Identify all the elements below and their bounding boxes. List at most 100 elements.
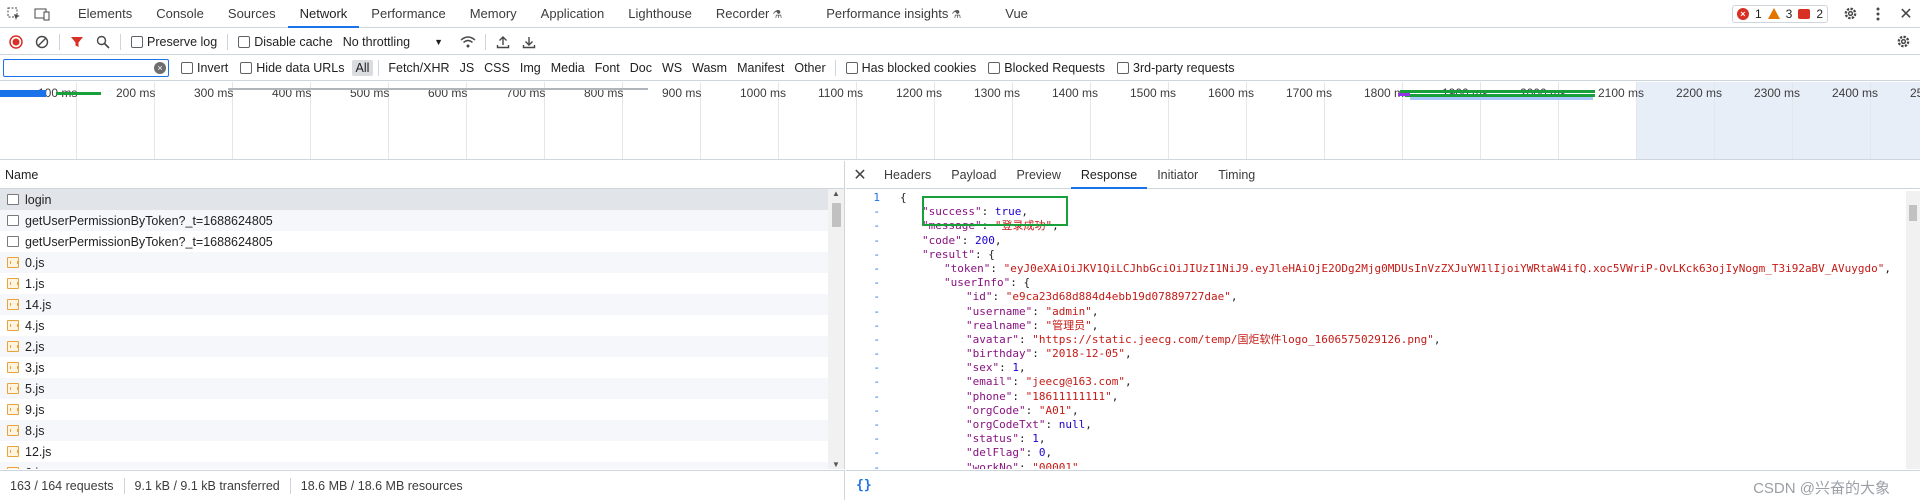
tab-elements[interactable]: Elements	[66, 0, 144, 28]
request-row[interactable]: getUserPermissionByToken?_t=1688624805	[0, 210, 828, 231]
request-row[interactable]: login	[0, 189, 828, 210]
checkbox-box[interactable]	[238, 35, 251, 48]
detail-tab-initiator[interactable]: Initiator	[1147, 161, 1208, 189]
type-filter-doc[interactable]: Doc	[626, 60, 656, 76]
request-row[interactable]: 5.js	[0, 378, 828, 399]
type-filter-css[interactable]: CSS	[480, 60, 514, 76]
code-line: - "avatar": "https://static.jeecg.com/tem…	[846, 333, 1906, 347]
tab-console[interactable]: Console	[144, 0, 216, 28]
request-row[interactable]: 3.js	[0, 357, 828, 378]
detail-tab-timing[interactable]: Timing	[1208, 161, 1265, 189]
clear-filter-icon[interactable]: ×	[154, 62, 166, 74]
network-overview-timeline[interactable]: 100 ms200 ms300 ms400 ms500 ms600 ms700 …	[0, 82, 1920, 160]
export-har-icon[interactable]	[516, 29, 542, 55]
network-conditions-wifi-icon[interactable]	[455, 29, 481, 55]
response-json-viewer[interactable]: 1{- "success": true, - "message": "登录成功", - "…	[846, 191, 1906, 469]
request-row[interactable]: 12.js	[0, 441, 828, 462]
detail-tab-preview[interactable]: Preview	[1006, 161, 1070, 189]
network-settings-gear-icon[interactable]	[1890, 29, 1916, 55]
close-devtools-icon[interactable]: ✕	[1892, 0, 1920, 28]
code-token: "https://static.jeecg.com/temp/国炬软件logo_…	[1032, 332, 1434, 346]
close-detail-icon[interactable]: ✕	[846, 165, 874, 185]
code-token: "token"	[944, 261, 991, 275]
disable-cache-checkbox[interactable]: Disable cache	[238, 35, 333, 49]
hide-data-urls-checkbox[interactable]: Hide data URLs	[240, 61, 345, 75]
search-icon[interactable]	[90, 29, 116, 55]
request-row[interactable]: 8.js	[0, 420, 828, 441]
record-icon[interactable]	[3, 29, 29, 55]
detail-tab-payload[interactable]: Payload	[941, 161, 1006, 189]
more-options-icon[interactable]	[1864, 0, 1892, 28]
type-filter-font[interactable]: Font	[591, 60, 624, 76]
request-row[interactable]: 9.js	[0, 399, 828, 420]
type-filter-ws[interactable]: WS	[658, 60, 686, 76]
preserve-log-checkbox[interactable]: Preserve log	[131, 35, 217, 49]
checkbox-box[interactable]	[845, 62, 858, 74]
tab-memory[interactable]: Memory	[458, 0, 529, 28]
throttling-select[interactable]: No throttling ▼	[343, 35, 443, 49]
tab-application[interactable]: Application	[529, 0, 617, 28]
scroll-down-arrow-icon[interactable]: ▼	[832, 460, 840, 469]
import-har-icon[interactable]	[490, 29, 516, 55]
issue-counters[interactable]: × 1 3 2	[1731, 4, 1828, 23]
tab-sources[interactable]: Sources	[216, 0, 288, 28]
pretty-print-button[interactable]: {}	[856, 478, 872, 493]
document-file-icon	[7, 236, 19, 247]
request-row[interactable]: 6.js	[0, 462, 828, 469]
filter-funnel-icon[interactable]	[64, 29, 90, 55]
checkbox-box[interactable]	[131, 35, 143, 48]
fold-gutter	[886, 219, 900, 233]
third-party-requests-checkbox[interactable]: 3rd-party requests	[1117, 61, 1234, 75]
request-row[interactable]: getUserPermissionByToken?_t=1688624805	[0, 231, 828, 252]
type-filter-media[interactable]: Media	[547, 60, 589, 76]
requests-scrollbar[interactable]: ▲ ▼	[828, 189, 844, 469]
scroll-up-arrow-icon[interactable]: ▲	[832, 189, 840, 198]
type-filter-all[interactable]: All	[351, 60, 374, 76]
scrollbar-thumb[interactable]	[832, 203, 841, 227]
requests-list: login getUserPermissionByToken?_t=1688624…	[0, 189, 828, 469]
tab-performance-insights[interactable]: Performance insights ⚗	[814, 0, 973, 28]
code-line: - "orgCode": "A01",	[846, 404, 1906, 418]
tab-recorder[interactable]: Recorder ⚗	[704, 0, 794, 28]
device-toolbar-icon[interactable]	[28, 0, 56, 28]
toolbar-divider	[485, 33, 487, 50]
type-filter-img[interactable]: Img	[516, 60, 545, 76]
code-token: ,	[1078, 460, 1086, 469]
settings-gear-icon[interactable]	[1836, 0, 1864, 28]
tab-lighthouse[interactable]: Lighthouse	[616, 0, 704, 28]
request-row[interactable]: 0.js	[0, 252, 828, 273]
tab-vue[interactable]: Vue	[993, 0, 1040, 28]
blocked-requests-checkbox[interactable]: Blocked Requests	[988, 61, 1105, 75]
inspect-element-icon[interactable]	[0, 0, 28, 28]
type-filter-js[interactable]: JS	[456, 60, 479, 76]
script-file-icon	[7, 278, 19, 289]
invert-checkbox[interactable]: Invert	[181, 61, 228, 75]
checkbox-box[interactable]	[181, 62, 193, 74]
request-row[interactable]: 14.js	[0, 294, 828, 315]
request-name: login	[25, 192, 52, 207]
checkbox-box[interactable]	[1117, 62, 1130, 74]
response-scrollbar[interactable]	[1906, 191, 1920, 469]
type-filter-fetch-xhr[interactable]: Fetch/XHR	[384, 60, 453, 76]
checkbox-box[interactable]	[988, 62, 1001, 74]
line-number: -	[873, 347, 880, 361]
clear-icon[interactable]	[29, 29, 55, 55]
type-filter-manifest[interactable]: Manifest	[733, 60, 788, 76]
script-file-icon	[7, 257, 19, 268]
request-row[interactable]: 1.js	[0, 273, 828, 294]
tab-performance[interactable]: Performance	[359, 0, 457, 28]
checkbox-box[interactable]	[240, 62, 253, 74]
code-line: - "username": "admin",	[846, 305, 1906, 319]
type-filter-other[interactable]: Other	[790, 60, 829, 76]
filter-input[interactable]: ×	[3, 59, 169, 77]
request-row[interactable]: 4.js	[0, 315, 828, 336]
name-column-header[interactable]: Name	[0, 161, 844, 189]
type-filter-wasm[interactable]: Wasm	[688, 60, 731, 76]
detail-tab-headers[interactable]: Headers	[874, 161, 941, 189]
request-row[interactable]: 2.js	[0, 336, 828, 357]
detail-tab-response[interactable]: Response	[1070, 161, 1148, 189]
tab-network[interactable]: Network	[287, 0, 360, 28]
has-blocked-cookies-checkbox[interactable]: Has blocked cookies	[845, 61, 976, 75]
code-token: ,	[1884, 261, 1892, 275]
scrollbar-thumb[interactable]	[1909, 205, 1917, 221]
